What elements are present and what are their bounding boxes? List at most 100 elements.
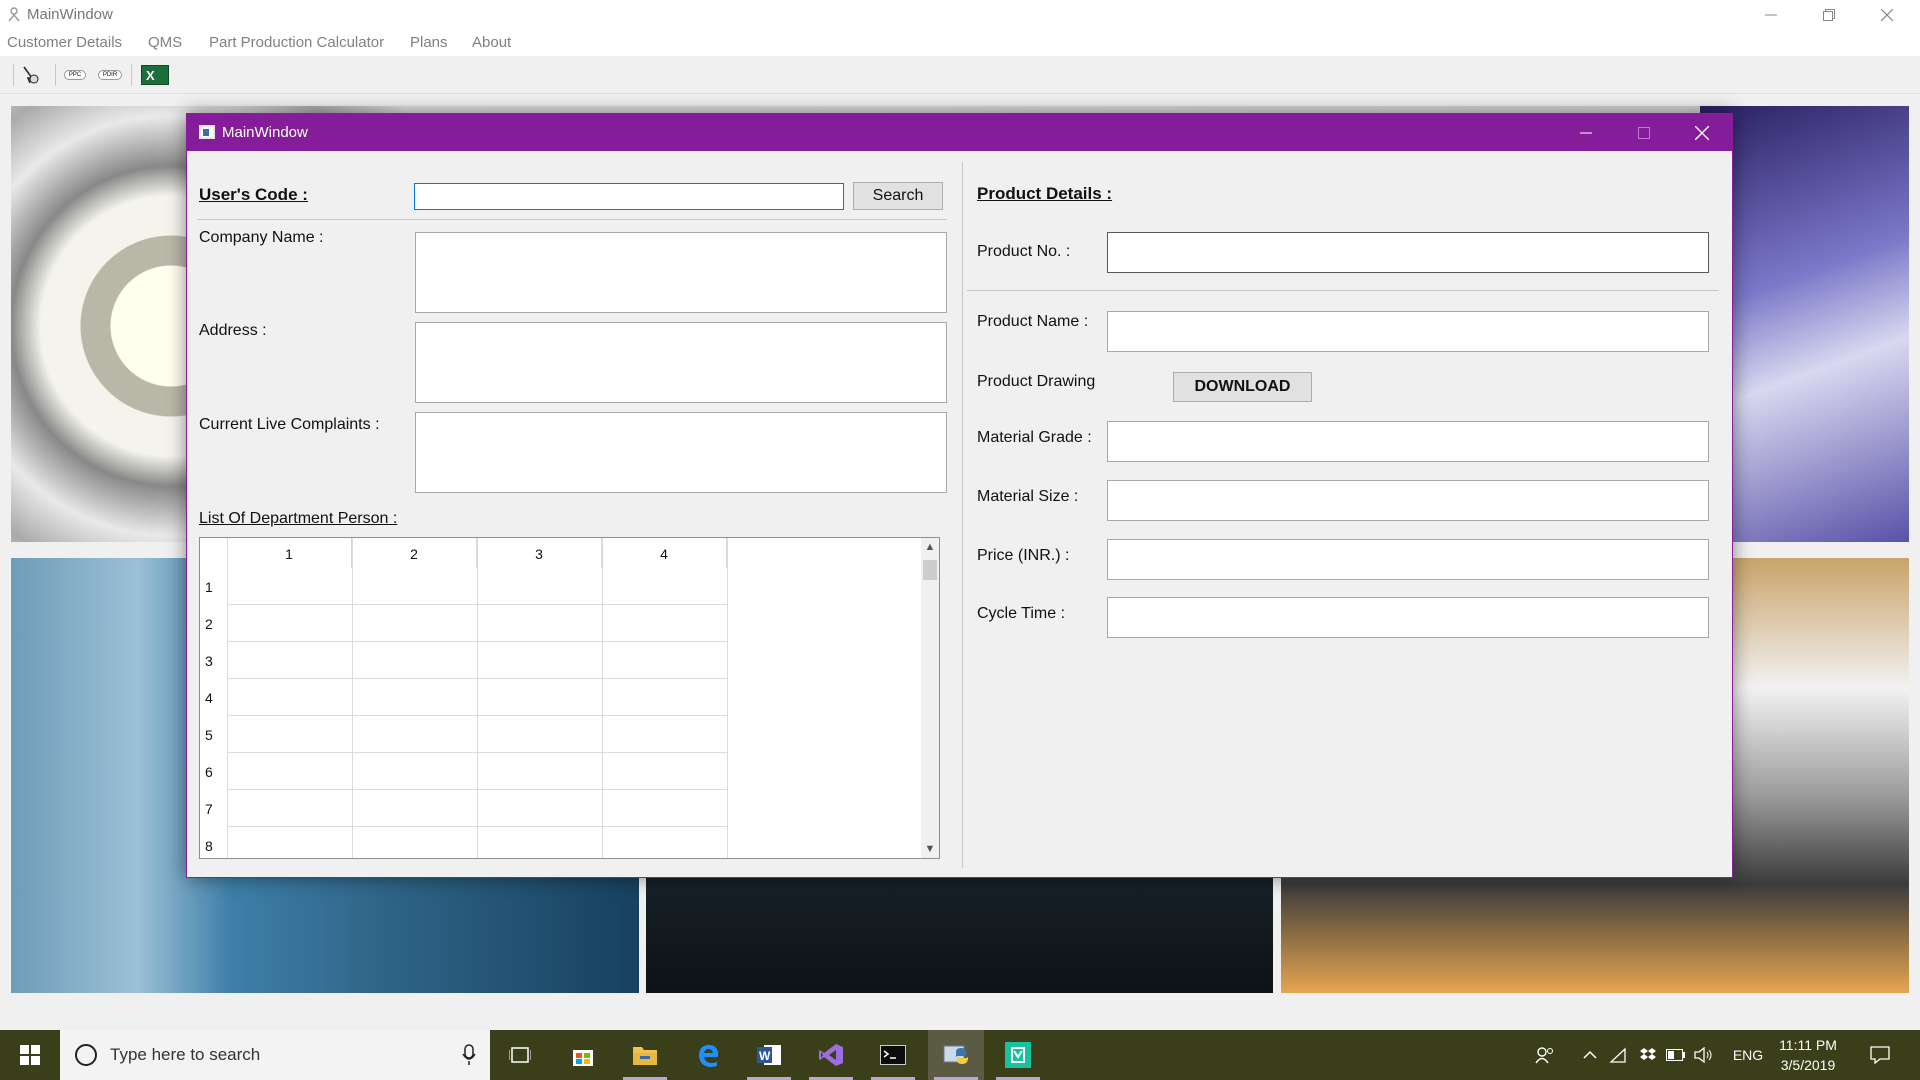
taskbar-visual-studio[interactable] (803, 1030, 859, 1080)
visual-studio-icon (819, 1044, 843, 1066)
task-view-button[interactable] (492, 1030, 548, 1080)
word-icon: W (757, 1045, 781, 1065)
product-no-label: Product No. : (977, 243, 1071, 260)
menu-customer-details[interactable]: Customer Details (7, 34, 122, 51)
menu-qms[interactable]: QMS (148, 34, 182, 51)
material-size-textbox[interactable] (1107, 480, 1709, 521)
people-icon (1535, 1047, 1553, 1064)
taskbar-edge[interactable] (680, 1030, 736, 1080)
product-dialog-window: MainWindow User's Code : Search Company … (186, 113, 1733, 878)
taskbar-clock[interactable]: 11:11 PM 3/5/2019 (1768, 1035, 1848, 1075)
table-row-header[interactable]: 8 (200, 838, 226, 854)
product-drawing-label: Product Drawing (977, 373, 1096, 390)
company-name-textbox[interactable] (415, 232, 947, 313)
users-code-input[interactable] (414, 183, 844, 210)
edge-icon (699, 1045, 719, 1067)
table-column-header[interactable]: 2 (352, 538, 477, 568)
scroll-down-icon[interactable]: ▼ (921, 840, 939, 858)
table-row-header[interactable]: 3 (200, 653, 226, 669)
tray-volume[interactable] (1692, 1030, 1716, 1080)
toolbar: PPC PDIR X (0, 56, 1920, 94)
excel-icon-letter: X (146, 68, 155, 83)
dialog-minimize-button[interactable] (1557, 114, 1615, 151)
toolbar-ppc-button[interactable]: PPC (60, 62, 90, 88)
material-grade-label: Material Grade : (977, 429, 1092, 446)
action-center-button[interactable] (1860, 1030, 1900, 1080)
close-icon (1695, 125, 1709, 140)
table-column-header[interactable]: 3 (477, 538, 602, 568)
menu-about[interactable]: About (472, 34, 511, 51)
taskbar-green-app[interactable] (990, 1030, 1046, 1080)
table-column-header[interactable]: 1 (227, 538, 352, 568)
complaints-textbox[interactable] (415, 412, 947, 493)
taskbar-store[interactable] (555, 1030, 611, 1080)
toolbar-separator (13, 64, 14, 86)
microphone-icon[interactable] (462, 1044, 476, 1066)
grid-line (477, 538, 478, 858)
pdir-badge: PDIR (97, 70, 123, 80)
cursor-tool-icon (23, 66, 39, 84)
tray-dropbox[interactable] (1636, 1030, 1660, 1080)
tray-network[interactable] (1606, 1030, 1630, 1080)
grid-line (227, 538, 228, 858)
grid-line (227, 641, 727, 642)
scroll-up-icon[interactable]: ▲ (921, 538, 939, 556)
close-button[interactable] (1858, 0, 1916, 30)
dialog-close-button[interactable] (1673, 114, 1731, 151)
tray-battery[interactable] (1664, 1030, 1688, 1080)
toolbar-pdir-button[interactable]: PDIR (95, 62, 125, 88)
dept-list-label: List Of Department Person : (199, 510, 398, 527)
product-no-textbox[interactable] (1107, 232, 1709, 273)
product-name-textbox[interactable] (1107, 311, 1709, 352)
grid-line (227, 826, 727, 827)
price-textbox[interactable] (1107, 539, 1709, 580)
toolbar-excel-button[interactable]: X (140, 62, 170, 88)
tray-language[interactable]: ENG (1728, 1030, 1768, 1080)
panel-divider (962, 162, 963, 868)
divider (967, 290, 1719, 291)
main-window-title: MainWindow (27, 6, 113, 23)
toolbar-separator (131, 64, 132, 86)
vertical-scrollbar[interactable]: ▲ ▼ (921, 538, 939, 858)
table-row-header[interactable]: 2 (200, 616, 226, 632)
download-button[interactable]: DOWNLOAD (1173, 372, 1312, 402)
store-icon (573, 1050, 593, 1066)
grid-line (227, 752, 727, 753)
table-row-header[interactable]: 4 (200, 690, 226, 706)
cycle-time-label: Cycle Time : (977, 605, 1066, 622)
search-button[interactable]: Search (853, 182, 943, 210)
dialog-maximize-button[interactable] (1615, 114, 1673, 151)
taskbar-python-app[interactable] (928, 1030, 984, 1080)
minimize-button[interactable] (1742, 0, 1800, 30)
table-column-header[interactable]: 4 (602, 538, 727, 568)
file-explorer-icon (633, 1047, 657, 1065)
taskbar-search-box[interactable]: Type here to search (60, 1030, 490, 1080)
minimize-icon (1765, 14, 1777, 16)
address-textbox[interactable] (415, 322, 947, 403)
material-size-label: Material Size : (977, 488, 1079, 505)
material-grade-textbox[interactable] (1107, 421, 1709, 462)
toolbar-separator (55, 64, 56, 86)
menu-plans[interactable]: Plans (410, 34, 448, 51)
dept-person-table[interactable]: 1 2 3 4 1 2 3 4 5 6 7 8 ▲ ▼ (199, 537, 940, 859)
clock-date: 3/5/2019 (1780, 1057, 1836, 1073)
taskbar-terminal[interactable] (865, 1030, 921, 1080)
restore-button[interactable] (1800, 0, 1858, 30)
table-row-header[interactable]: 5 (200, 727, 226, 743)
table-row-header[interactable]: 7 (200, 801, 226, 817)
cycle-time-textbox[interactable] (1107, 597, 1709, 638)
windows-logo-icon (20, 1045, 40, 1065)
table-row-header[interactable]: 6 (200, 764, 226, 780)
taskbar-word[interactable]: W (741, 1030, 797, 1080)
table-row-header[interactable]: 1 (200, 579, 226, 595)
scroll-thumb[interactable] (923, 560, 937, 580)
taskbar-file-explorer[interactable] (617, 1030, 673, 1080)
toolbar-cursor-button[interactable] (16, 62, 46, 88)
tray-people[interactable] (1530, 1030, 1560, 1080)
menu-part-production-calculator[interactable]: Part Production Calculator (209, 34, 384, 51)
tray-overflow[interactable] (1578, 1030, 1602, 1080)
dialog-titlebar: MainWindow (187, 114, 1732, 151)
start-button[interactable] (0, 1030, 60, 1080)
task-view-icon (509, 1047, 531, 1063)
close-icon (1881, 9, 1893, 21)
